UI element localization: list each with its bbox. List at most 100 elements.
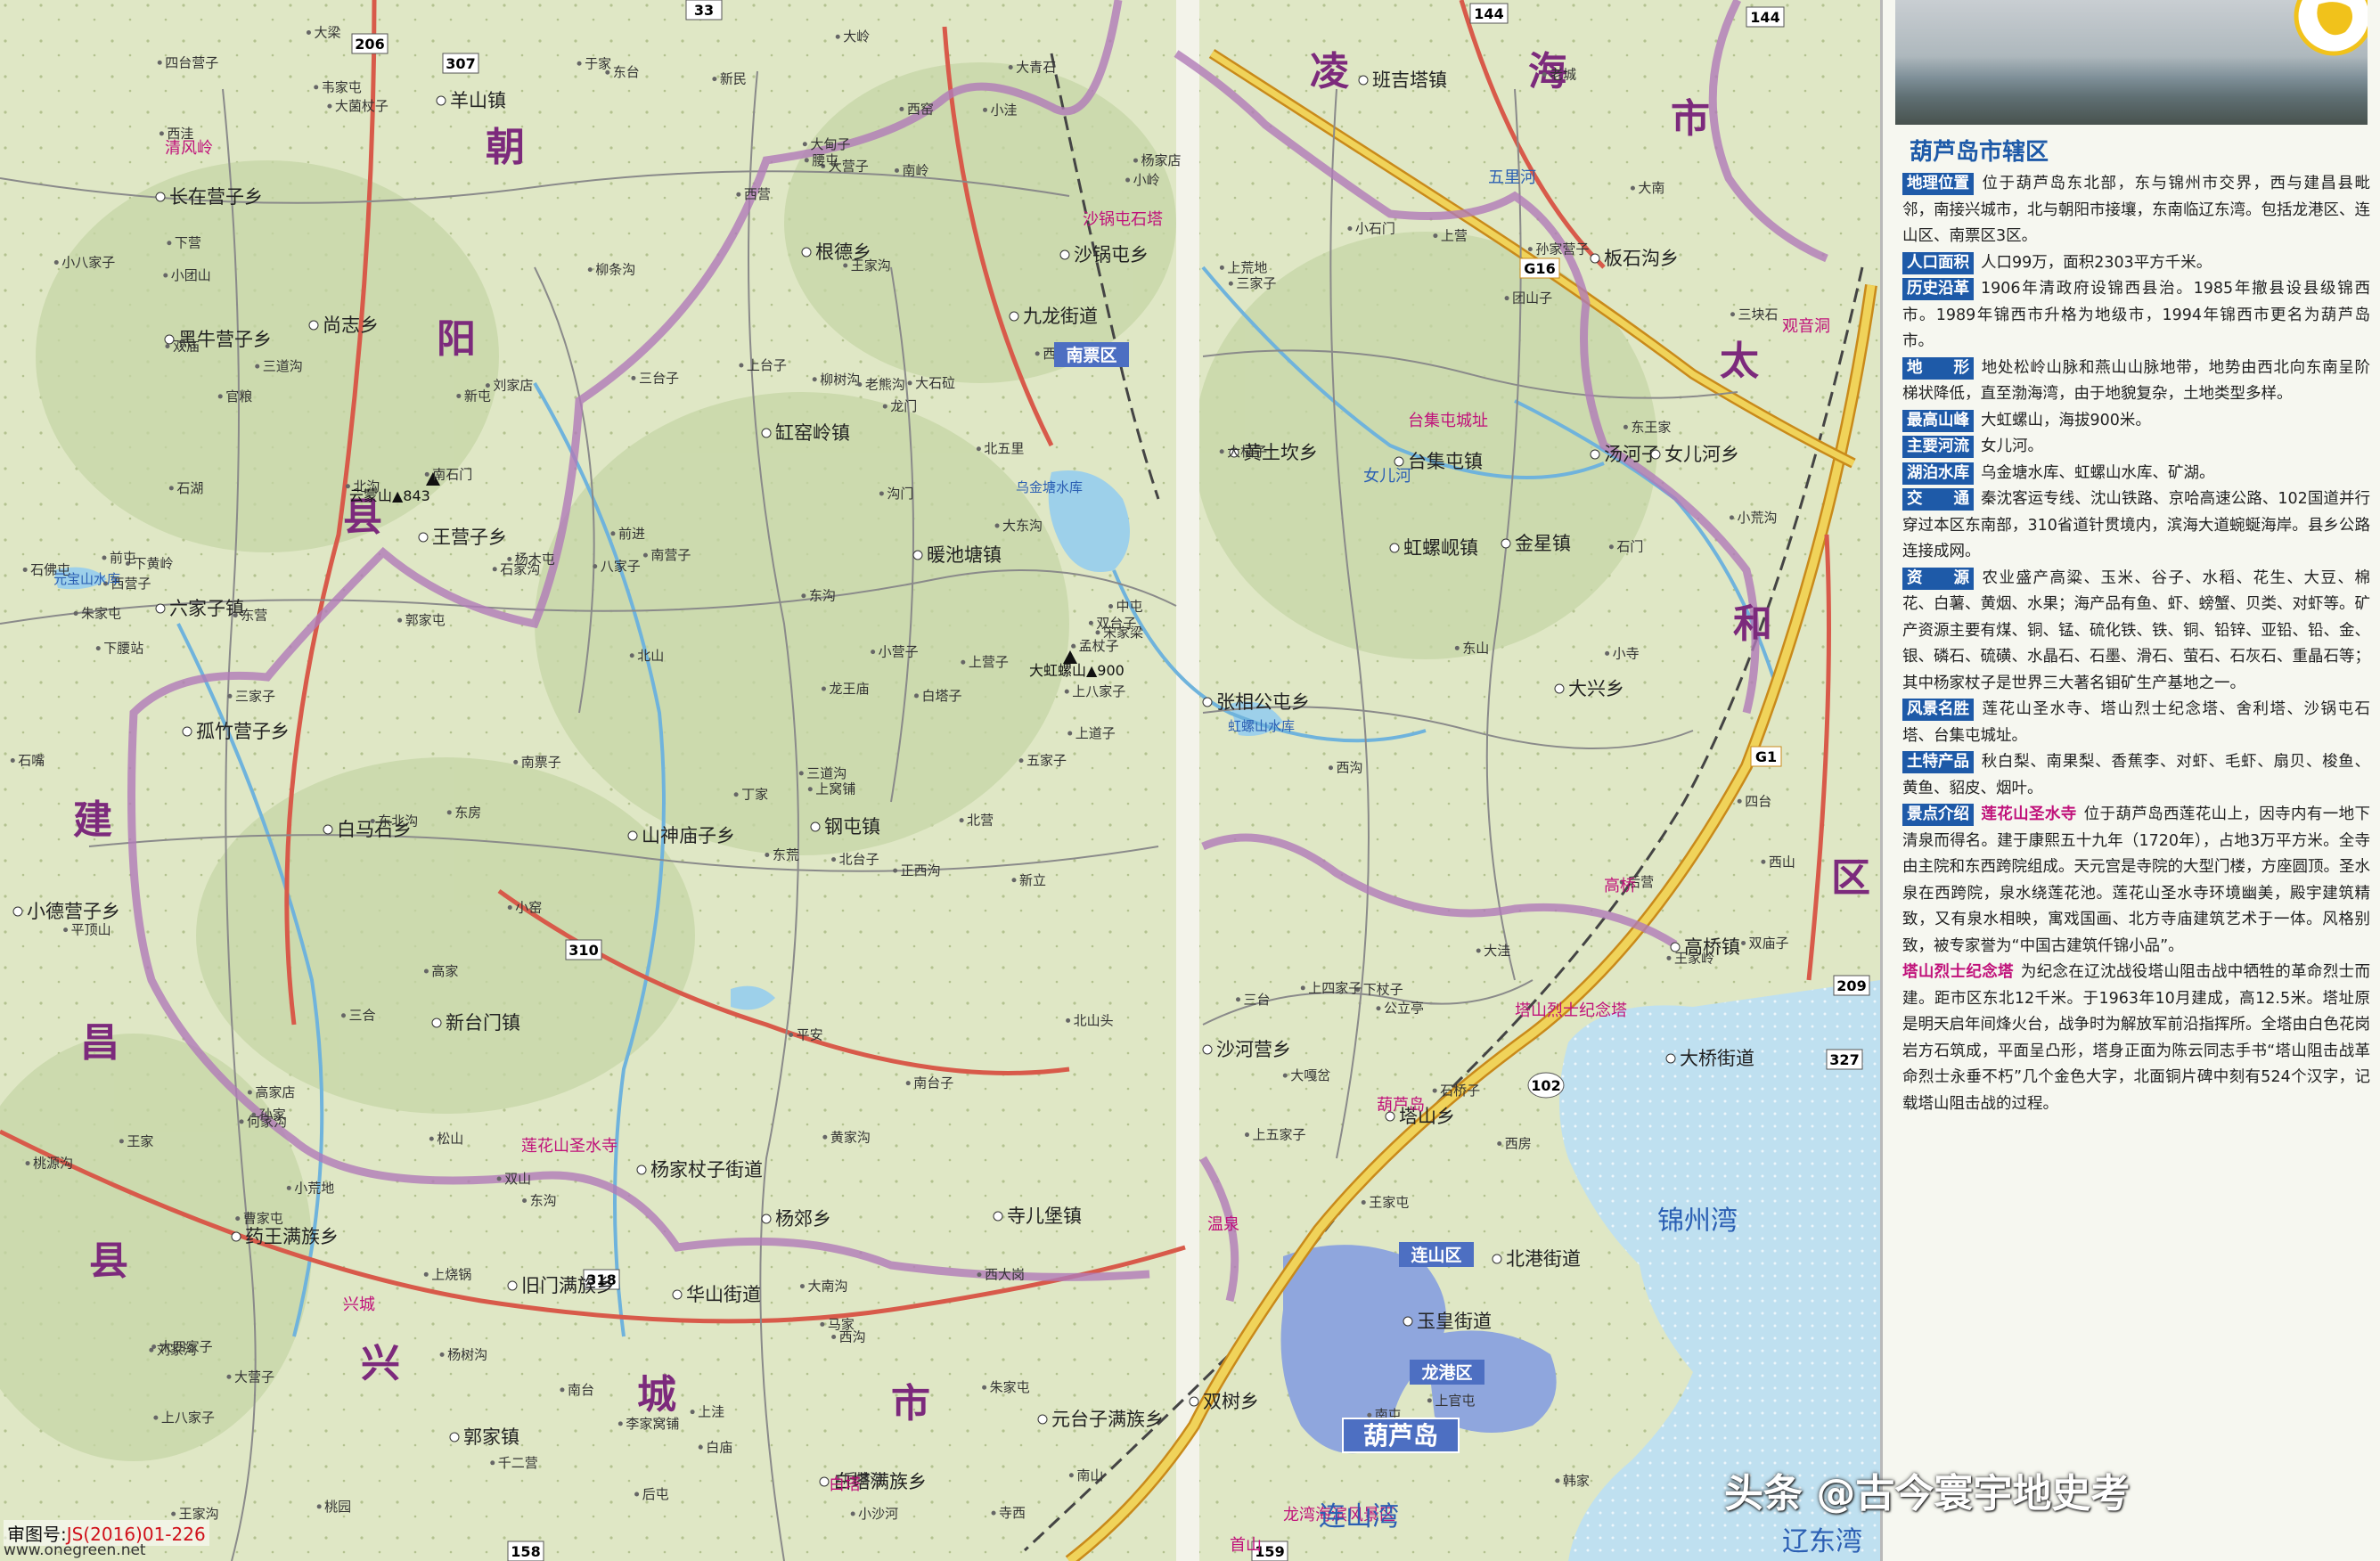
village-marker <box>1737 798 1742 804</box>
village-marker <box>102 555 107 560</box>
village-marker <box>1219 265 1224 270</box>
village-label: 南山 <box>1076 1467 1103 1483</box>
village-marker <box>306 30 311 36</box>
district-seat-lianshan: 连山区 <box>1399 1242 1474 1267</box>
town-label: 大桥街道 <box>1680 1048 1754 1069</box>
section-tag: 人口面积 <box>1902 251 1974 274</box>
village-label: 下杖子 <box>1363 982 1403 998</box>
panel-section: 土特产品 秋白梨、南果梨、香蕉李、对虾、毛虾、扇贝、梭鱼、黄鱼、貂皮、烟叶。 <box>1902 749 2370 802</box>
village-label: 后屯 <box>642 1486 669 1502</box>
town-label: 双树乡 <box>1203 1391 1259 1412</box>
panel-section: 主要河流 女儿河。 <box>1902 434 2370 461</box>
svg-text:144: 144 <box>1474 5 1503 22</box>
village-label: 柳条沟 <box>595 262 635 278</box>
town-marker <box>912 550 923 560</box>
village-marker <box>1064 689 1069 694</box>
village-marker <box>424 471 429 477</box>
panel-section: 地 形地处松岭山脉和燕山山脉地带，地势由西北向东南呈阶梯状降低，直至渤海湾，由于… <box>1902 356 2370 408</box>
village-marker <box>905 1081 911 1086</box>
village-marker <box>631 375 636 380</box>
village-label: 上洼 <box>698 1404 724 1420</box>
source-website: www.onegreen.net <box>4 1541 146 1559</box>
village-label: 下腰站 <box>103 641 143 657</box>
panel-section: 湖泊水库 乌金塘水库、虹螺山水库、矿湖。 <box>1902 461 2370 487</box>
village-marker <box>1454 645 1460 650</box>
village-marker <box>617 1421 623 1426</box>
scenic-label: 高桥 <box>1604 877 1636 895</box>
region-char-yang: 阳 <box>437 316 476 362</box>
village-marker <box>247 1090 252 1095</box>
mountain-label: 云蒙山▲843 <box>349 487 430 504</box>
village-label: 小荒沟 <box>1737 510 1777 526</box>
town-label: 杨郊乡 <box>775 1208 831 1230</box>
scenic-label: 塔山烈士纪念塔 <box>1515 1001 1627 1020</box>
village-label: 南石门 <box>432 466 472 482</box>
village-marker <box>157 60 162 65</box>
region-char-shi2: 市 <box>1671 96 1710 142</box>
scenic-label: 清风岭 <box>165 139 213 158</box>
village-label: 东荒 <box>773 847 799 863</box>
village-label: 郭家屯 <box>405 612 446 628</box>
village-label: 黄家沟 <box>830 1129 871 1145</box>
village-label: 八家子 <box>601 559 641 575</box>
village-label: 上窝铺 <box>815 781 855 797</box>
village-label: 上官屯 <box>1435 1393 1475 1409</box>
village-marker <box>1542 72 1547 78</box>
village-marker <box>820 1321 825 1327</box>
village-label: 马家 <box>828 1316 855 1332</box>
town-label: 大兴乡 <box>1568 678 1624 699</box>
village-marker <box>879 491 884 496</box>
scenic-label: 莲花山圣水寺 <box>521 1137 617 1156</box>
town-marker <box>323 824 333 835</box>
village-marker <box>1245 1132 1250 1138</box>
village-marker <box>690 1410 695 1415</box>
village-marker <box>327 103 332 109</box>
village-label: 上道子 <box>1075 725 1116 741</box>
village-label: 四台营子 <box>165 54 218 70</box>
village-label: 双山 <box>504 1171 531 1187</box>
village-marker <box>167 241 172 246</box>
village-label: 龙王庙 <box>829 681 869 697</box>
coast-photo <box>1895 0 2368 125</box>
village-marker <box>1071 643 1076 649</box>
village-marker <box>804 158 809 163</box>
village-marker <box>171 1511 176 1516</box>
section-tag: 历史沿革 <box>1902 278 1974 300</box>
village-label: 上五家子 <box>1253 1127 1306 1143</box>
svg-text:葫芦岛: 葫芦岛 <box>1363 1421 1438 1451</box>
village-marker <box>976 446 981 452</box>
road-shield-310: 310 <box>565 939 602 960</box>
village-marker <box>1018 758 1024 764</box>
town-marker <box>1650 449 1661 460</box>
village-marker <box>153 1415 159 1420</box>
svg-text:158: 158 <box>511 1543 540 1560</box>
village-label: 北山 <box>637 648 664 664</box>
village-marker <box>899 106 904 111</box>
village-label: 李家窝铺 <box>626 1416 679 1432</box>
road-shield-102: 102 <box>1527 1072 1565 1099</box>
village-label: 老熊沟 <box>865 377 905 393</box>
section-text: 人口99万，面积2303平方千米。 <box>1981 253 2212 272</box>
village-label: 沟门 <box>887 486 913 502</box>
section-subhead: 塔山烈士纪念塔 <box>1902 963 2014 981</box>
village-marker <box>165 344 170 349</box>
village-marker <box>733 792 739 797</box>
village-label: 东台 <box>613 64 640 80</box>
town-label: 孤竹营子乡 <box>196 721 290 742</box>
village-marker <box>959 818 964 823</box>
village-label: 老城 <box>1550 67 1576 83</box>
village-marker <box>1236 997 1241 1002</box>
town-marker <box>1492 1254 1502 1264</box>
village-marker <box>1476 948 1481 953</box>
town-marker <box>1554 683 1565 694</box>
water-label: 辽东湾 <box>1782 1526 1862 1557</box>
panel-section: 交 通秦沈客运专线、沈山铁路、京哈高速公路、102国道并行穿过本区东南部，310… <box>1902 486 2370 566</box>
village-label: 东沟 <box>809 588 836 604</box>
village-label: 石门 <box>1616 539 1643 555</box>
village-label: 桃园 <box>324 1499 351 1515</box>
town-marker <box>1590 253 1600 264</box>
section-text: 为纪念在辽沈战役塔山阻击战中牺牲的革命烈士而建。距市区东北12千米。于1963年… <box>1902 963 2370 1113</box>
town-marker <box>819 1476 830 1487</box>
village-marker <box>765 853 770 858</box>
village-label: 韩家 <box>1563 1473 1590 1489</box>
